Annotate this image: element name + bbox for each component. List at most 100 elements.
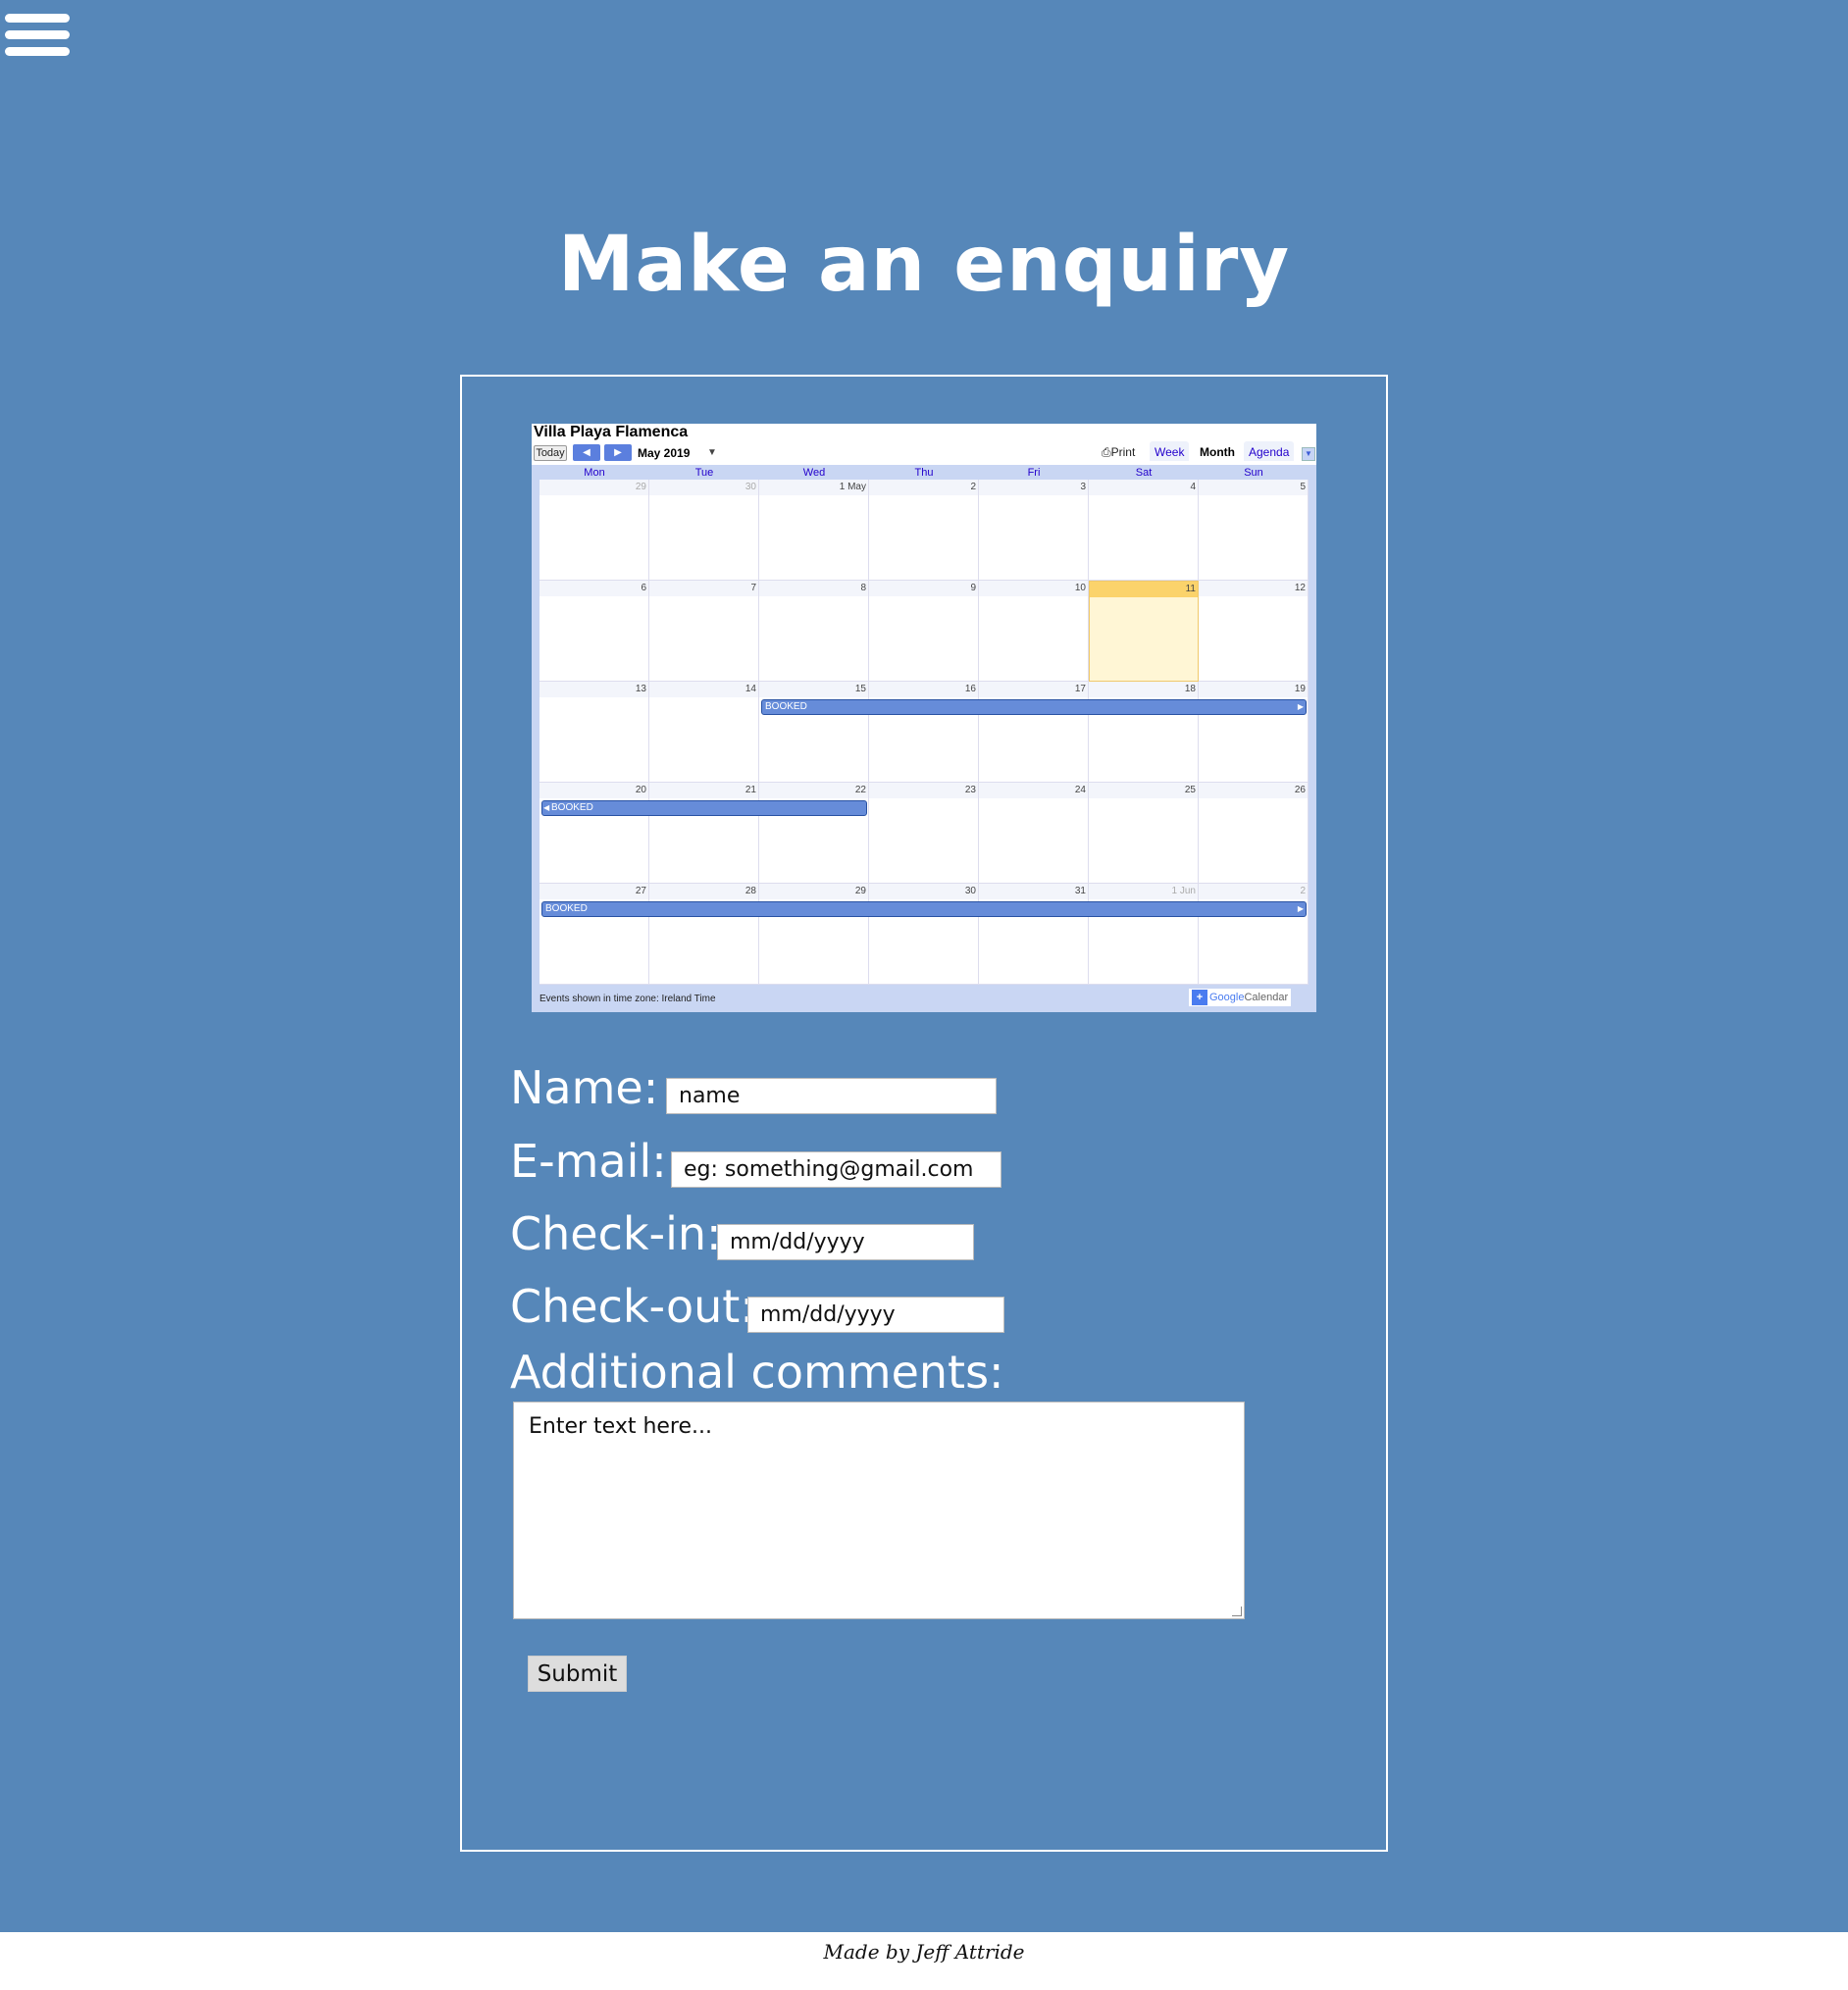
calendar-day-cell[interactable]: 8 [759, 581, 869, 682]
calendar-day-cell[interactable]: 9 [869, 581, 979, 682]
calendar-day-cell[interactable]: 2 [869, 480, 979, 581]
calendar-day-cell[interactable]: 10 [979, 581, 1089, 682]
calendar-day-number: 2 [970, 482, 976, 492]
calendar-day-header [539, 581, 648, 596]
calendar-event-label: BOOKED [551, 802, 593, 813]
calendar-day-number: 9 [970, 583, 976, 593]
calendar-day-number: 23 [964, 785, 976, 795]
calendar-day-cell[interactable]: 31 [979, 884, 1089, 985]
menu-bar [5, 14, 70, 23]
calendar-day-cell[interactable]: 16 [869, 682, 979, 783]
calendar-tab-month[interactable]: Month [1195, 441, 1240, 461]
calendar-print-label: Print [1110, 445, 1136, 459]
calendar-day-number: 11 [1185, 584, 1196, 594]
calendar-day-cell[interactable]: 30 [869, 884, 979, 985]
calendar-booked-event[interactable]: BOOKED ▶ [541, 901, 1307, 917]
chevron-right-icon: ▶ [614, 447, 622, 458]
calendar-day-number: 7 [750, 583, 756, 593]
calendar-day-cell[interactable]: 29 [539, 480, 649, 581]
calendar-day-cell[interactable]: 15 [759, 682, 869, 783]
calendar-day-cell[interactable]: 19 [1199, 682, 1309, 783]
calendar-day-cell[interactable]: 2 [1199, 884, 1309, 985]
calendar-today-button[interactable]: Today [534, 445, 567, 461]
email-label: E-mail: [510, 1135, 667, 1188]
calendar-day-cell[interactable]: 22 [759, 783, 869, 884]
calendar-day-cell[interactable]: 29 [759, 884, 869, 985]
checkout-date-input[interactable]: mm/dd/yyyy [747, 1297, 1004, 1333]
calendar-booked-event[interactable]: BOOKED ▶ [761, 699, 1307, 715]
calendar-day-cell[interactable]: 11 [1089, 581, 1199, 682]
calendar-day-header [1199, 682, 1308, 697]
calendar-day-number: 27 [635, 886, 646, 896]
calendar-day-header [539, 783, 648, 798]
calendar-day-header [539, 682, 648, 697]
calendar-day-number: 12 [1294, 583, 1306, 593]
comments-textarea[interactable]: Enter text here... [513, 1402, 1245, 1619]
calendar-day-number: 21 [744, 785, 756, 795]
calendar-day-cell[interactable]: 6 [539, 581, 649, 682]
calendar-dow-fri: Fri [1027, 467, 1041, 479]
calendar-event-label: BOOKED [545, 903, 588, 914]
calendar-day-cell[interactable]: 27 [539, 884, 649, 985]
calendar-day-cell[interactable]: 21 [649, 783, 759, 884]
calendar-day-cell[interactable]: 17 [979, 682, 1089, 783]
page-footer: Made by Jeff Attride [0, 1932, 1848, 1990]
calendar-tab-week[interactable]: Week [1150, 441, 1190, 461]
calendar-day-cell[interactable]: 12 [1199, 581, 1309, 682]
calendar-day-number: 2 [1300, 886, 1306, 896]
calendar-day-number: 4 [1190, 482, 1196, 492]
calendar-grid: 29 30 1 May 2 3 4 5 6 7 8 9 10 11 12 13 14 15 16 17 18 19 20 2… [539, 480, 1309, 985]
calendar-next-button[interactable]: ▶ [604, 444, 632, 461]
calendar-day-header [649, 783, 758, 798]
calendar-day-number: 1 May [839, 482, 866, 492]
calendar-day-cell[interactable]: 3 [979, 480, 1089, 581]
submit-button[interactable]: Submit [528, 1656, 627, 1692]
calendar-day-cell[interactable]: 25 [1089, 783, 1199, 884]
calendar-day-cell[interactable]: 5 [1199, 480, 1309, 581]
checkout-label: Check-out: [510, 1280, 755, 1333]
checkin-date-input[interactable]: mm/dd/yyyy [717, 1224, 974, 1260]
name-label: Name: [510, 1061, 659, 1114]
calendar-day-cell[interactable]: 24 [979, 783, 1089, 884]
calendar-day-cell[interactable]: 7 [649, 581, 759, 682]
resize-handle-icon[interactable] [1232, 1607, 1242, 1616]
calendar-day-number: 19 [1294, 684, 1306, 694]
chevron-down-icon[interactable]: ▼ [1302, 447, 1315, 461]
calendar-day-cell[interactable]: 4 [1089, 480, 1199, 581]
calendar-tab-agenda[interactable]: Agenda [1244, 441, 1295, 461]
calendar-day-number: 3 [1080, 482, 1086, 492]
calendar-day-cell[interactable]: 30 [649, 480, 759, 581]
calendar-day-cell[interactable]: 13 [539, 682, 649, 783]
google-calendar-badge[interactable]: + GoogleCalendar [1189, 989, 1292, 1006]
calendar-print-button[interactable]: ⎙Print [1102, 445, 1135, 460]
calendar-day-header [979, 884, 1088, 899]
calendar-day-header [979, 581, 1088, 596]
calendar-day-number: 25 [1184, 785, 1196, 795]
calendar-day-cell[interactable]: 18 [1089, 682, 1199, 783]
calendar-day-cell[interactable]: 28 [649, 884, 759, 985]
caret-down-icon[interactable]: ▼ [707, 447, 717, 458]
calendar-day-header [869, 581, 978, 596]
continues-right-icon: ▶ [1297, 904, 1304, 913]
calendar-day-number: 28 [744, 886, 756, 896]
hamburger-menu-icon[interactable] [5, 14, 70, 63]
email-input[interactable]: eg: something@gmail.com [671, 1151, 1001, 1188]
page-title: Make an enquiry [557, 221, 1291, 309]
calendar-day-number: 30 [744, 482, 756, 492]
calendar-booked-event[interactable]: BOOKED ◀ [541, 800, 867, 816]
calendar-day-cell[interactable]: 23 [869, 783, 979, 884]
calendar-day-cell[interactable]: 26 [1199, 783, 1309, 884]
name-input[interactable]: name [666, 1078, 997, 1114]
calendar-day-cell[interactable]: 1 Jun [1089, 884, 1199, 985]
calendar-day-header [979, 682, 1088, 697]
calendar-day-cell[interactable]: 1 May [759, 480, 869, 581]
calendar-day-number: 8 [860, 583, 866, 593]
calendar-day-header [869, 682, 978, 697]
calendar-day-header [759, 581, 868, 596]
calendar-day-number: 6 [641, 583, 646, 593]
calendar-day-cell[interactable]: 14 [649, 682, 759, 783]
calendar-prev-button[interactable]: ◀ [573, 444, 600, 461]
calendar-day-number: 31 [1074, 886, 1086, 896]
calendar-month-label: May 2019 [638, 446, 691, 460]
calendar-day-cell[interactable]: 20 [539, 783, 649, 884]
